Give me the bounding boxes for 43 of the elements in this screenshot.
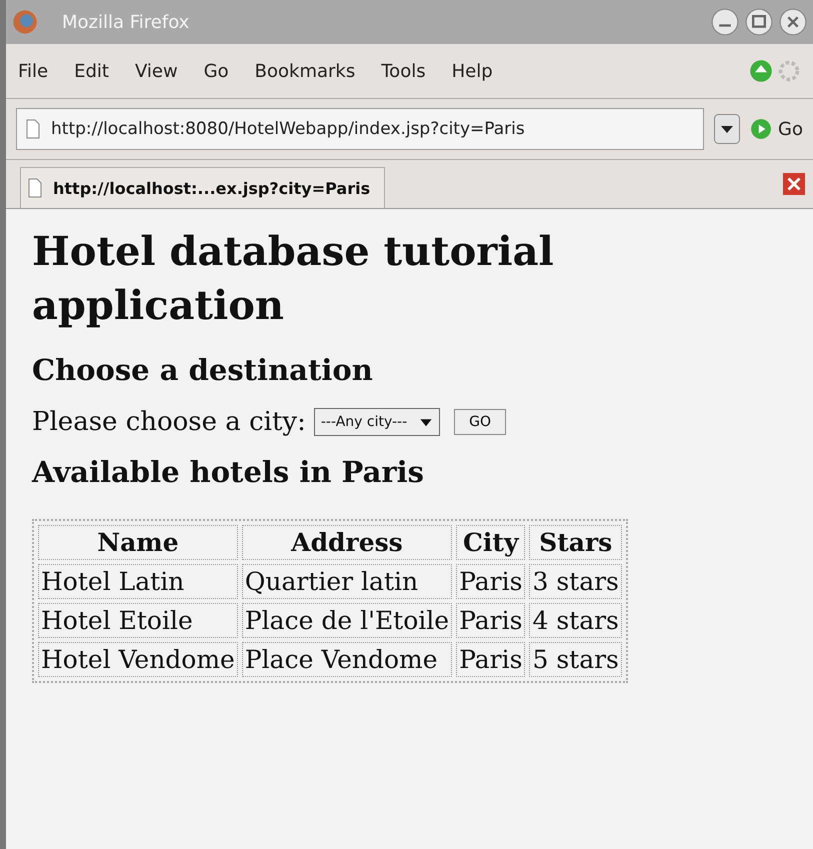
menu-item[interactable]: Edit bbox=[74, 60, 109, 82]
column-header: Address bbox=[242, 525, 452, 560]
table-cell: Place Vendome bbox=[242, 642, 452, 677]
browser-tab[interactable]: http://localhost:...ex.jsp?city=Paris bbox=[20, 167, 386, 208]
table-cell: Quartier latin bbox=[242, 564, 452, 599]
page-heading: Hotel database tutorial application bbox=[32, 227, 555, 331]
menu-item[interactable]: File bbox=[18, 60, 48, 82]
column-header: City bbox=[456, 525, 526, 560]
page-icon bbox=[25, 119, 41, 139]
page-icon bbox=[27, 178, 43, 198]
column-header: Name bbox=[38, 525, 238, 560]
table-cell: 5 stars bbox=[529, 642, 622, 677]
close-tab-icon[interactable] bbox=[783, 173, 805, 195]
table-cell: Paris bbox=[456, 564, 526, 599]
menu-item[interactable]: Go bbox=[204, 60, 229, 82]
menu-item[interactable]: Tools bbox=[381, 60, 426, 82]
play-icon bbox=[750, 118, 772, 140]
dropdown-icon[interactable] bbox=[714, 114, 740, 144]
menu-item[interactable]: View bbox=[134, 60, 178, 82]
section-heading: Choose a destination bbox=[32, 353, 374, 387]
menu-item[interactable]: Help bbox=[452, 60, 493, 82]
table-cell: Paris bbox=[456, 603, 526, 638]
go-button[interactable]: Go bbox=[750, 118, 803, 140]
prompt-label: Please choose a city: bbox=[32, 407, 306, 437]
table-cell: Hotel Latin bbox=[38, 564, 238, 599]
column-header: Stars bbox=[529, 525, 622, 560]
table-cell: Paris bbox=[456, 642, 526, 677]
window-title: Mozilla Firefox bbox=[62, 12, 190, 32]
address-field[interactable]: http://localhost:8080/HotelWebapp/index.jsp?city=Paris bbox=[16, 108, 704, 150]
table-cell: Place de l'Etoile bbox=[242, 603, 452, 638]
go-button[interactable]: GO bbox=[454, 409, 506, 435]
menu-item[interactable]: Bookmarks bbox=[254, 60, 356, 82]
close-icon[interactable] bbox=[779, 8, 807, 36]
table-cell: 4 stars bbox=[529, 603, 622, 638]
throbber-icon bbox=[777, 59, 801, 83]
section-heading: Available hotels in Paris bbox=[32, 455, 425, 489]
minimize-icon[interactable] bbox=[711, 8, 739, 36]
maximize-icon[interactable] bbox=[745, 8, 773, 36]
city-select[interactable]: ---Any city--- bbox=[314, 408, 440, 436]
table-cell: Hotel Vendome bbox=[38, 642, 238, 677]
table-cell: Hotel Etoile bbox=[38, 603, 238, 638]
table-cell: 3 stars bbox=[529, 564, 622, 599]
update-icon[interactable] bbox=[749, 59, 773, 83]
